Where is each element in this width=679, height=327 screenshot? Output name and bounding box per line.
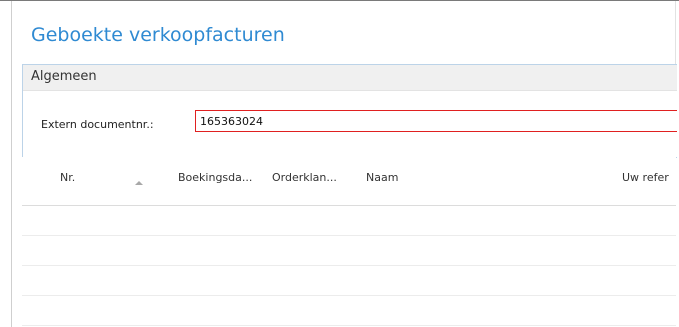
- list-row[interactable]: [22, 236, 676, 266]
- fasttab-header[interactable]: Algemeen: [23, 65, 677, 91]
- column-header-name[interactable]: Naam: [366, 171, 398, 184]
- page-title: Geboekte verkoopfacturen: [31, 24, 285, 46]
- list-row[interactable]: [22, 206, 676, 236]
- invoice-list: Nr. Boekingsda... Orderklan... Naam Uw r…: [22, 157, 676, 327]
- external-doc-no-input[interactable]: [195, 110, 677, 132]
- list-row[interactable]: [22, 266, 676, 296]
- list-row[interactable]: [22, 296, 676, 326]
- window-left-border: [11, 1, 12, 327]
- column-header-order-customer[interactable]: Orderklan...: [272, 171, 337, 184]
- list-header: Nr. Boekingsda... Orderklan... Naam Uw r…: [22, 157, 676, 206]
- column-header-number[interactable]: Nr.: [60, 171, 75, 184]
- sort-ascending-icon: [135, 181, 143, 185]
- fasttab-title: Algemeen: [31, 69, 97, 84]
- fasttab-general: Algemeen Extern documentnr.:: [22, 64, 677, 158]
- column-header-posting-date[interactable]: Boekingsda...: [178, 171, 252, 184]
- window-top-border: [0, 0, 679, 1]
- column-header-your-reference[interactable]: Uw refer: [622, 171, 669, 184]
- external-doc-no-label: Extern documentnr.:: [41, 118, 154, 131]
- app-window: Geboekte verkoopfacturen Algemeen Extern…: [0, 0, 679, 327]
